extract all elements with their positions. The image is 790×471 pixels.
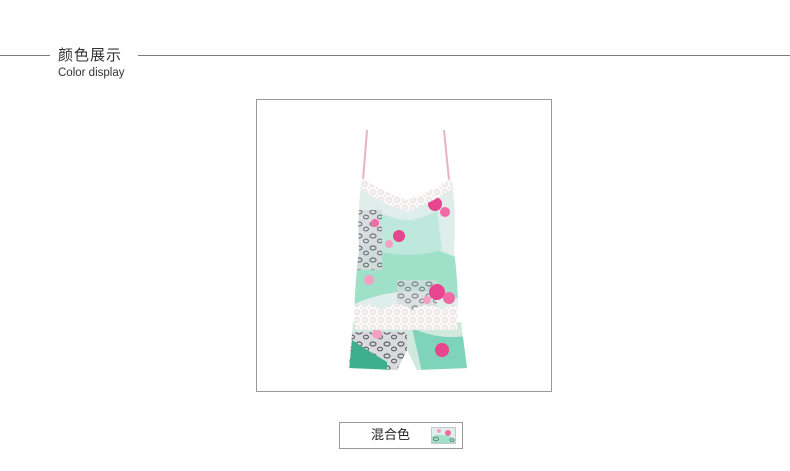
header-rule-right	[138, 55, 790, 56]
section-subtitle: Color display	[58, 67, 125, 79]
header-rule-left	[0, 55, 50, 56]
mixed-color-swatch-icon	[431, 427, 456, 444]
color-swatch-mixed[interactable]: 混合色	[339, 422, 463, 449]
section-title: 颜色展示	[58, 46, 123, 64]
camisole-shorts-set-image	[349, 129, 467, 370]
product-image-frame	[256, 99, 552, 392]
swatch-label: 混合色	[371, 428, 411, 443]
